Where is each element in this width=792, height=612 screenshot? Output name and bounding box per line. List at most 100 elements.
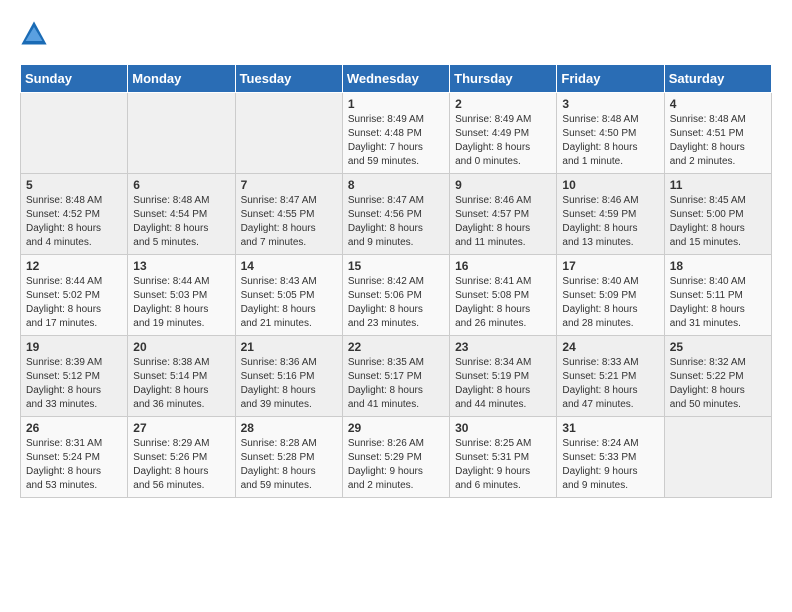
calendar-cell: 26 Sunrise: 8:31 AM Sunset: 5:24 PM Dayli…: [21, 417, 128, 498]
day-number: 26: [26, 421, 122, 435]
day-number: 19: [26, 340, 122, 354]
day-info: Sunrise: 8:47 AM Sunset: 4:55 PM Dayligh…: [241, 194, 337, 250]
calendar-cell: [664, 417, 771, 498]
day-info: Sunrise: 8:29 AM Sunset: 5:26 PM Dayligh…: [133, 437, 229, 493]
day-info: Sunrise: 8:44 AM Sunset: 5:02 PM Dayligh…: [26, 275, 122, 331]
day-number: 6: [133, 178, 229, 192]
day-number: 22: [348, 340, 444, 354]
day-number: 23: [455, 340, 551, 354]
day-info: Sunrise: 8:40 AM Sunset: 5:09 PM Dayligh…: [562, 275, 658, 331]
column-header-sunday: Sunday: [21, 65, 128, 93]
day-number: 15: [348, 259, 444, 273]
day-info: Sunrise: 8:38 AM Sunset: 5:14 PM Dayligh…: [133, 356, 229, 412]
column-header-friday: Friday: [557, 65, 664, 93]
day-number: 14: [241, 259, 337, 273]
day-info: Sunrise: 8:31 AM Sunset: 5:24 PM Dayligh…: [26, 437, 122, 493]
calendar-cell: 5Sunrise: 8:48 AM Sunset: 4:52 PM Daylig…: [21, 174, 128, 255]
column-header-monday: Monday: [128, 65, 235, 93]
day-number: 31: [562, 421, 658, 435]
week-row-2: 5Sunrise: 8:48 AM Sunset: 4:52 PM Daylig…: [21, 174, 772, 255]
calendar-cell: [128, 93, 235, 174]
day-info: Sunrise: 8:40 AM Sunset: 5:11 PM Dayligh…: [670, 275, 766, 331]
day-info: Sunrise: 8:39 AM Sunset: 5:12 PM Dayligh…: [26, 356, 122, 412]
logo: [20, 20, 52, 48]
day-number: 18: [670, 259, 766, 273]
column-header-thursday: Thursday: [450, 65, 557, 93]
day-number: 4: [670, 97, 766, 111]
calendar-cell: 2Sunrise: 8:49 AM Sunset: 4:49 PM Daylig…: [450, 93, 557, 174]
calendar-cell: 18 Sunrise: 8:40 AM Sunset: 5:11 PM Dayli…: [664, 255, 771, 336]
calendar-cell: 19 Sunrise: 8:39 AM Sunset: 5:12 PM Dayli…: [21, 336, 128, 417]
day-number: 8: [348, 178, 444, 192]
day-info: Sunrise: 8:45 AM Sunset: 5:00 PM Dayligh…: [670, 194, 766, 250]
calendar-cell: 6 Sunrise: 8:48 AM Sunset: 4:54 PM Daylig…: [128, 174, 235, 255]
day-info: Sunrise: 8:46 AM Sunset: 4:59 PM Dayligh…: [562, 194, 658, 250]
day-info: Sunrise: 8:35 AM Sunset: 5:17 PM Dayligh…: [348, 356, 444, 412]
day-number: 1: [348, 97, 444, 111]
calendar-cell: [235, 93, 342, 174]
day-number: 27: [133, 421, 229, 435]
day-info: Sunrise: 8:48 AM Sunset: 4:54 PM Dayligh…: [133, 194, 229, 250]
day-info: Sunrise: 8:49 AM Sunset: 4:48 PM Dayligh…: [348, 113, 444, 169]
calendar-cell: 27 Sunrise: 8:29 AM Sunset: 5:26 PM Dayli…: [128, 417, 235, 498]
calendar-cell: 13Sunrise: 8:44 AM Sunset: 5:03 PM Dayli…: [128, 255, 235, 336]
day-info: Sunrise: 8:42 AM Sunset: 5:06 PM Dayligh…: [348, 275, 444, 331]
day-number: 21: [241, 340, 337, 354]
calendar-cell: 20 Sunrise: 8:38 AM Sunset: 5:14 PM Dayli…: [128, 336, 235, 417]
calendar-cell: 21 Sunrise: 8:36 AM Sunset: 5:16 PM Dayli…: [235, 336, 342, 417]
calendar-cell: 14 Sunrise: 8:43 AM Sunset: 5:05 PM Dayli…: [235, 255, 342, 336]
day-info: Sunrise: 8:25 AM Sunset: 5:31 PM Dayligh…: [455, 437, 551, 493]
calendar-cell: 12 Sunrise: 8:44 AM Sunset: 5:02 PM Dayli…: [21, 255, 128, 336]
day-info: Sunrise: 8:34 AM Sunset: 5:19 PM Dayligh…: [455, 356, 551, 412]
column-header-saturday: Saturday: [664, 65, 771, 93]
column-header-tuesday: Tuesday: [235, 65, 342, 93]
calendar-cell: 25 Sunrise: 8:32 AM Sunset: 5:22 PM Dayli…: [664, 336, 771, 417]
day-info: Sunrise: 8:48 AM Sunset: 4:51 PM Dayligh…: [670, 113, 766, 169]
day-info: Sunrise: 8:44 AM Sunset: 5:03 PM Dayligh…: [133, 275, 229, 331]
day-number: 9: [455, 178, 551, 192]
calendar-cell: 1 Sunrise: 8:49 AM Sunset: 4:48 PM Daylig…: [342, 93, 449, 174]
calendar-cell: 8 Sunrise: 8:47 AM Sunset: 4:56 PM Daylig…: [342, 174, 449, 255]
day-info: Sunrise: 8:41 AM Sunset: 5:08 PM Dayligh…: [455, 275, 551, 331]
calendar-cell: 3Sunrise: 8:48 AM Sunset: 4:50 PM Daylig…: [557, 93, 664, 174]
day-info: Sunrise: 8:43 AM Sunset: 5:05 PM Dayligh…: [241, 275, 337, 331]
calendar-cell: 16 Sunrise: 8:41 AM Sunset: 5:08 PM Dayli…: [450, 255, 557, 336]
day-number: 10: [562, 178, 658, 192]
day-number: 16: [455, 259, 551, 273]
week-row-4: 19 Sunrise: 8:39 AM Sunset: 5:12 PM Dayli…: [21, 336, 772, 417]
day-info: Sunrise: 8:26 AM Sunset: 5:29 PM Dayligh…: [348, 437, 444, 493]
calendar-cell: [21, 93, 128, 174]
logo-icon: [20, 20, 48, 48]
day-number: 12: [26, 259, 122, 273]
day-info: Sunrise: 8:47 AM Sunset: 4:56 PM Dayligh…: [348, 194, 444, 250]
calendar-cell: 4 Sunrise: 8:48 AM Sunset: 4:51 PM Daylig…: [664, 93, 771, 174]
day-number: 5: [26, 178, 122, 192]
day-number: 17: [562, 259, 658, 273]
calendar-cell: 15 Sunrise: 8:42 AM Sunset: 5:06 PM Dayli…: [342, 255, 449, 336]
calendar-cell: 24Sunrise: 8:33 AM Sunset: 5:21 PM Dayli…: [557, 336, 664, 417]
day-number: 28: [241, 421, 337, 435]
page-container: SundayMondayTuesdayWednesdayThursdayFrid…: [0, 0, 792, 508]
week-row-5: 26 Sunrise: 8:31 AM Sunset: 5:24 PM Dayli…: [21, 417, 772, 498]
week-row-1: 1 Sunrise: 8:49 AM Sunset: 4:48 PM Daylig…: [21, 93, 772, 174]
day-info: Sunrise: 8:32 AM Sunset: 5:22 PM Dayligh…: [670, 356, 766, 412]
day-info: Sunrise: 8:24 AM Sunset: 5:33 PM Dayligh…: [562, 437, 658, 493]
column-header-wednesday: Wednesday: [342, 65, 449, 93]
day-info: Sunrise: 8:36 AM Sunset: 5:16 PM Dayligh…: [241, 356, 337, 412]
calendar-cell: 11Sunrise: 8:45 AM Sunset: 5:00 PM Dayli…: [664, 174, 771, 255]
calendar-cell: 29Sunrise: 8:26 AM Sunset: 5:29 PM Dayli…: [342, 417, 449, 498]
page-header: [20, 20, 772, 48]
week-row-3: 12 Sunrise: 8:44 AM Sunset: 5:02 PM Dayli…: [21, 255, 772, 336]
calendar-cell: 7 Sunrise: 8:47 AM Sunset: 4:55 PM Daylig…: [235, 174, 342, 255]
day-number: 24: [562, 340, 658, 354]
day-number: 3: [562, 97, 658, 111]
day-number: 25: [670, 340, 766, 354]
calendar-header: SundayMondayTuesdayWednesdayThursdayFrid…: [21, 65, 772, 93]
day-number: 7: [241, 178, 337, 192]
day-number: 20: [133, 340, 229, 354]
calendar-cell: 23 Sunrise: 8:34 AM Sunset: 5:19 PM Dayli…: [450, 336, 557, 417]
day-number: 30: [455, 421, 551, 435]
calendar-body: 1 Sunrise: 8:49 AM Sunset: 4:48 PM Daylig…: [21, 93, 772, 498]
day-info: Sunrise: 8:49 AM Sunset: 4:49 PM Dayligh…: [455, 113, 551, 169]
calendar-cell: 28Sunrise: 8:28 AM Sunset: 5:28 PM Dayli…: [235, 417, 342, 498]
